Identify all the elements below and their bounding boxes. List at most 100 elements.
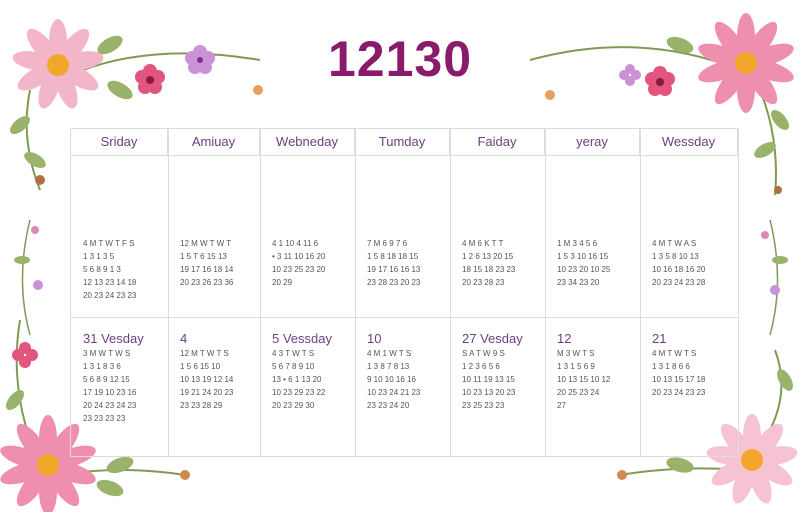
mini-calendar-line: 1 3 1 8 6 6	[652, 362, 690, 371]
mini-calendar-line: 19 17 16 18 14	[180, 265, 234, 274]
mini-calendar-line: 10 23 25 23 20	[272, 265, 326, 274]
day-header: Wessday	[640, 129, 738, 155]
month-cell[interactable]: 21 4 M T W T S 1 3 1 8 6 6 10 13 15 17 18 20…	[640, 331, 738, 399]
month-cell[interactable]: 4 M T W T F S 1 3 1 3 5 5 6 8 9 1 3 12 13 2…	[71, 221, 168, 302]
mini-calendar-line: M 3 W T S	[557, 349, 595, 358]
mini-calendar-line: 20 29	[272, 278, 293, 287]
month-cell[interactable]: 4 M T W A S 1 3 5 8 10 13 10 16 18 16 20 20…	[640, 221, 738, 289]
cell-title: 31 Vesday	[83, 331, 144, 346]
mini-calendar-line: 10 23 24 21 23	[367, 388, 421, 397]
mini-calendar-line: 10 16 18 16 20	[652, 265, 706, 274]
month-cell[interactable]: 27 Vesday S A T W 9 S 1 2 3 6 5 6 10 11 19 …	[450, 331, 545, 412]
mini-calendar-line: 5 6 8 9 12 15	[83, 375, 130, 384]
mini-calendar-line: 10 13 19 12 14	[180, 375, 234, 384]
month-cell[interactable]: 1 M 3 4 5 6 1 5 3 10 16 15 10 23 20 10 25 2…	[545, 221, 640, 289]
calendar-grid: Sriday Amiuay Webneday Tumday Faiday yeray Wes…	[70, 128, 739, 457]
mini-calendar-line: • 3 11 10 16 20	[272, 252, 326, 261]
mini-calendar-line: 5 6 8 9 1 3	[83, 265, 121, 274]
mini-calendar-line: 9 10 10 16 16	[367, 375, 416, 384]
mini-calendar-line: 27	[557, 401, 566, 410]
cell-title	[652, 221, 738, 237]
mini-calendar-line: 10 23 29 23 22	[272, 388, 326, 397]
mini-calendar-line: 20 23 24 23 23	[83, 291, 137, 300]
cell-title: 5 Vessday	[272, 331, 332, 346]
mini-calendar-line: 4 1 10 4 11 6	[272, 239, 319, 248]
cell-title	[462, 221, 545, 237]
mini-calendar-line: 1 3 8 7 8 13	[367, 362, 410, 371]
mini-calendar-line: 1 5 3 10 16 15	[557, 252, 609, 261]
month-cell[interactable]: 4 M 6 K T T 1 2 6 13 20 15 18 15 18 23 23 2…	[450, 221, 545, 289]
mini-calendar-line: 12 M W T W T	[180, 239, 232, 248]
mini-calendar-line: 18 15 18 23 23	[462, 265, 516, 274]
mini-calendar-line: 20 23 24 23 23	[652, 388, 706, 397]
mini-calendar-line: 1 3 5 8 10 13	[652, 252, 699, 261]
mini-calendar-line: 4 M 6 K T T	[462, 239, 504, 248]
month-cell[interactable]: 4 12 M T W T S 1 5 6 15 10 10 13 19 12 14 19…	[168, 331, 260, 412]
cell-title	[180, 221, 260, 237]
mini-calendar-line: 4 M T W T S	[652, 349, 697, 358]
mini-calendar-line: 10 13 15 10 12	[557, 375, 611, 384]
mini-calendar-line: 20 23 26 23 36	[180, 278, 234, 287]
cell-title: 21	[652, 331, 667, 346]
month-cell[interactable]: 10 4 M 1 W T S 1 3 8 7 8 13 9 10 10 16 16 10…	[355, 331, 450, 412]
cell-title: 10	[367, 331, 382, 346]
mini-calendar-line: 13 • 6 1 13 20	[272, 375, 322, 384]
mini-calendar-line: 3 M W T W S	[83, 349, 131, 358]
mini-calendar-line: 23 23 28 29	[180, 401, 223, 410]
mini-calendar-line: 7 M 6 9 7 6	[367, 239, 408, 248]
month-cell[interactable]: 5 Vessday 4 3 T W T S 5 6 7 8 9 10 13 • 6 1…	[260, 331, 355, 412]
mini-calendar-line: 23 23 23 23	[83, 414, 126, 423]
mini-calendar-line: 12 M T W T S	[180, 349, 229, 358]
mini-calendar-line: 23 28 23 20 23	[367, 278, 421, 287]
mini-calendar-line: 10 23 20 10 25	[557, 265, 611, 274]
cell-title	[367, 221, 450, 237]
day-header: yeray	[545, 129, 640, 155]
month-cell[interactable]: 12 M 3 W T S 1 3 1 5 6 9 10 13 15 10 12 20 2…	[545, 331, 640, 412]
mini-calendar-line: 12 13 23 14 18	[83, 278, 137, 287]
cell-title: 12	[557, 331, 572, 346]
mini-calendar-line: 20 23 29 30	[272, 401, 315, 410]
month-cell[interactable]: 7 M 6 9 7 6 1 5 8 18 18 15 19 17 16 16 13 2…	[355, 221, 450, 289]
mini-calendar-line: 20 23 24 23 28	[652, 278, 706, 287]
day-header: Webneday	[260, 129, 355, 155]
flower-right-mid	[761, 220, 788, 336]
mini-calendar-line: 4 M T W A S	[652, 239, 697, 248]
month-cell[interactable]: 31 Vesday 3 M W T W S 1 3 1 8 3 6 5 6 8 9 1…	[71, 331, 168, 425]
mini-calendar-line: 17 19 10 23 16	[83, 388, 137, 397]
day-header: Faiday	[450, 129, 545, 155]
mini-calendar-line: 5 6 7 8 9 10	[272, 362, 315, 371]
flower-left-mid	[14, 220, 43, 336]
cell-title: 27 Vesday	[462, 331, 523, 346]
mini-calendar-line: 10 23 13 20 23	[462, 388, 516, 397]
day-header: Sriday	[71, 129, 168, 155]
cell-title	[557, 221, 640, 237]
mini-calendar-line: 10 13 15 17 18	[652, 375, 706, 384]
mini-calendar-line: 20 25 23 24	[557, 388, 600, 397]
mini-calendar-line: 1 5 6 15 10	[180, 362, 221, 371]
grid-line	[71, 155, 738, 156]
mini-calendar-line: 4 M T W T F S	[83, 239, 135, 248]
mini-calendar-line: 20 24 23 24 23	[83, 401, 137, 410]
mini-calendar-line: 1 5 T 6 15 13	[180, 252, 227, 261]
grid-line	[71, 317, 738, 318]
mini-calendar-line: 23 23 24 20	[367, 401, 410, 410]
cell-title: 4	[180, 331, 188, 346]
mini-calendar-line: 19 21 24 20 23	[180, 388, 234, 397]
mini-calendar-line: 10 11 19 13 15	[462, 375, 515, 384]
month-cell[interactable]: 12 M W T W T 1 5 T 6 15 13 19 17 16 18 14 2…	[168, 221, 260, 289]
mini-calendar-line: 1 3 1 3 5	[83, 252, 115, 261]
month-cell[interactable]: 4 1 10 4 11 6 • 3 11 10 16 20 10 23 25 23 …	[260, 221, 355, 289]
day-header: Amiuay	[168, 129, 260, 155]
mini-calendar-line: 23 34 23 20	[557, 278, 600, 287]
mini-calendar-line: 1 2 6 13 20 15	[462, 252, 514, 261]
mini-calendar-line: 4 M 1 W T S	[367, 349, 412, 358]
mini-calendar-line: 1 3 1 8 3 6	[83, 362, 121, 371]
day-header: Tumday	[355, 129, 450, 155]
mini-calendar-line: 1 5 8 18 18 15	[367, 252, 419, 261]
mini-calendar-line: 1 M 3 4 5 6	[557, 239, 598, 248]
cell-title	[83, 221, 168, 237]
mini-calendar-line: 4 3 T W T S	[272, 349, 315, 358]
mini-calendar-line: 20 23 28 23	[462, 278, 505, 287]
page-title: 12130	[327, 31, 473, 87]
mini-calendar-line: 23 25 23 23	[462, 401, 505, 410]
